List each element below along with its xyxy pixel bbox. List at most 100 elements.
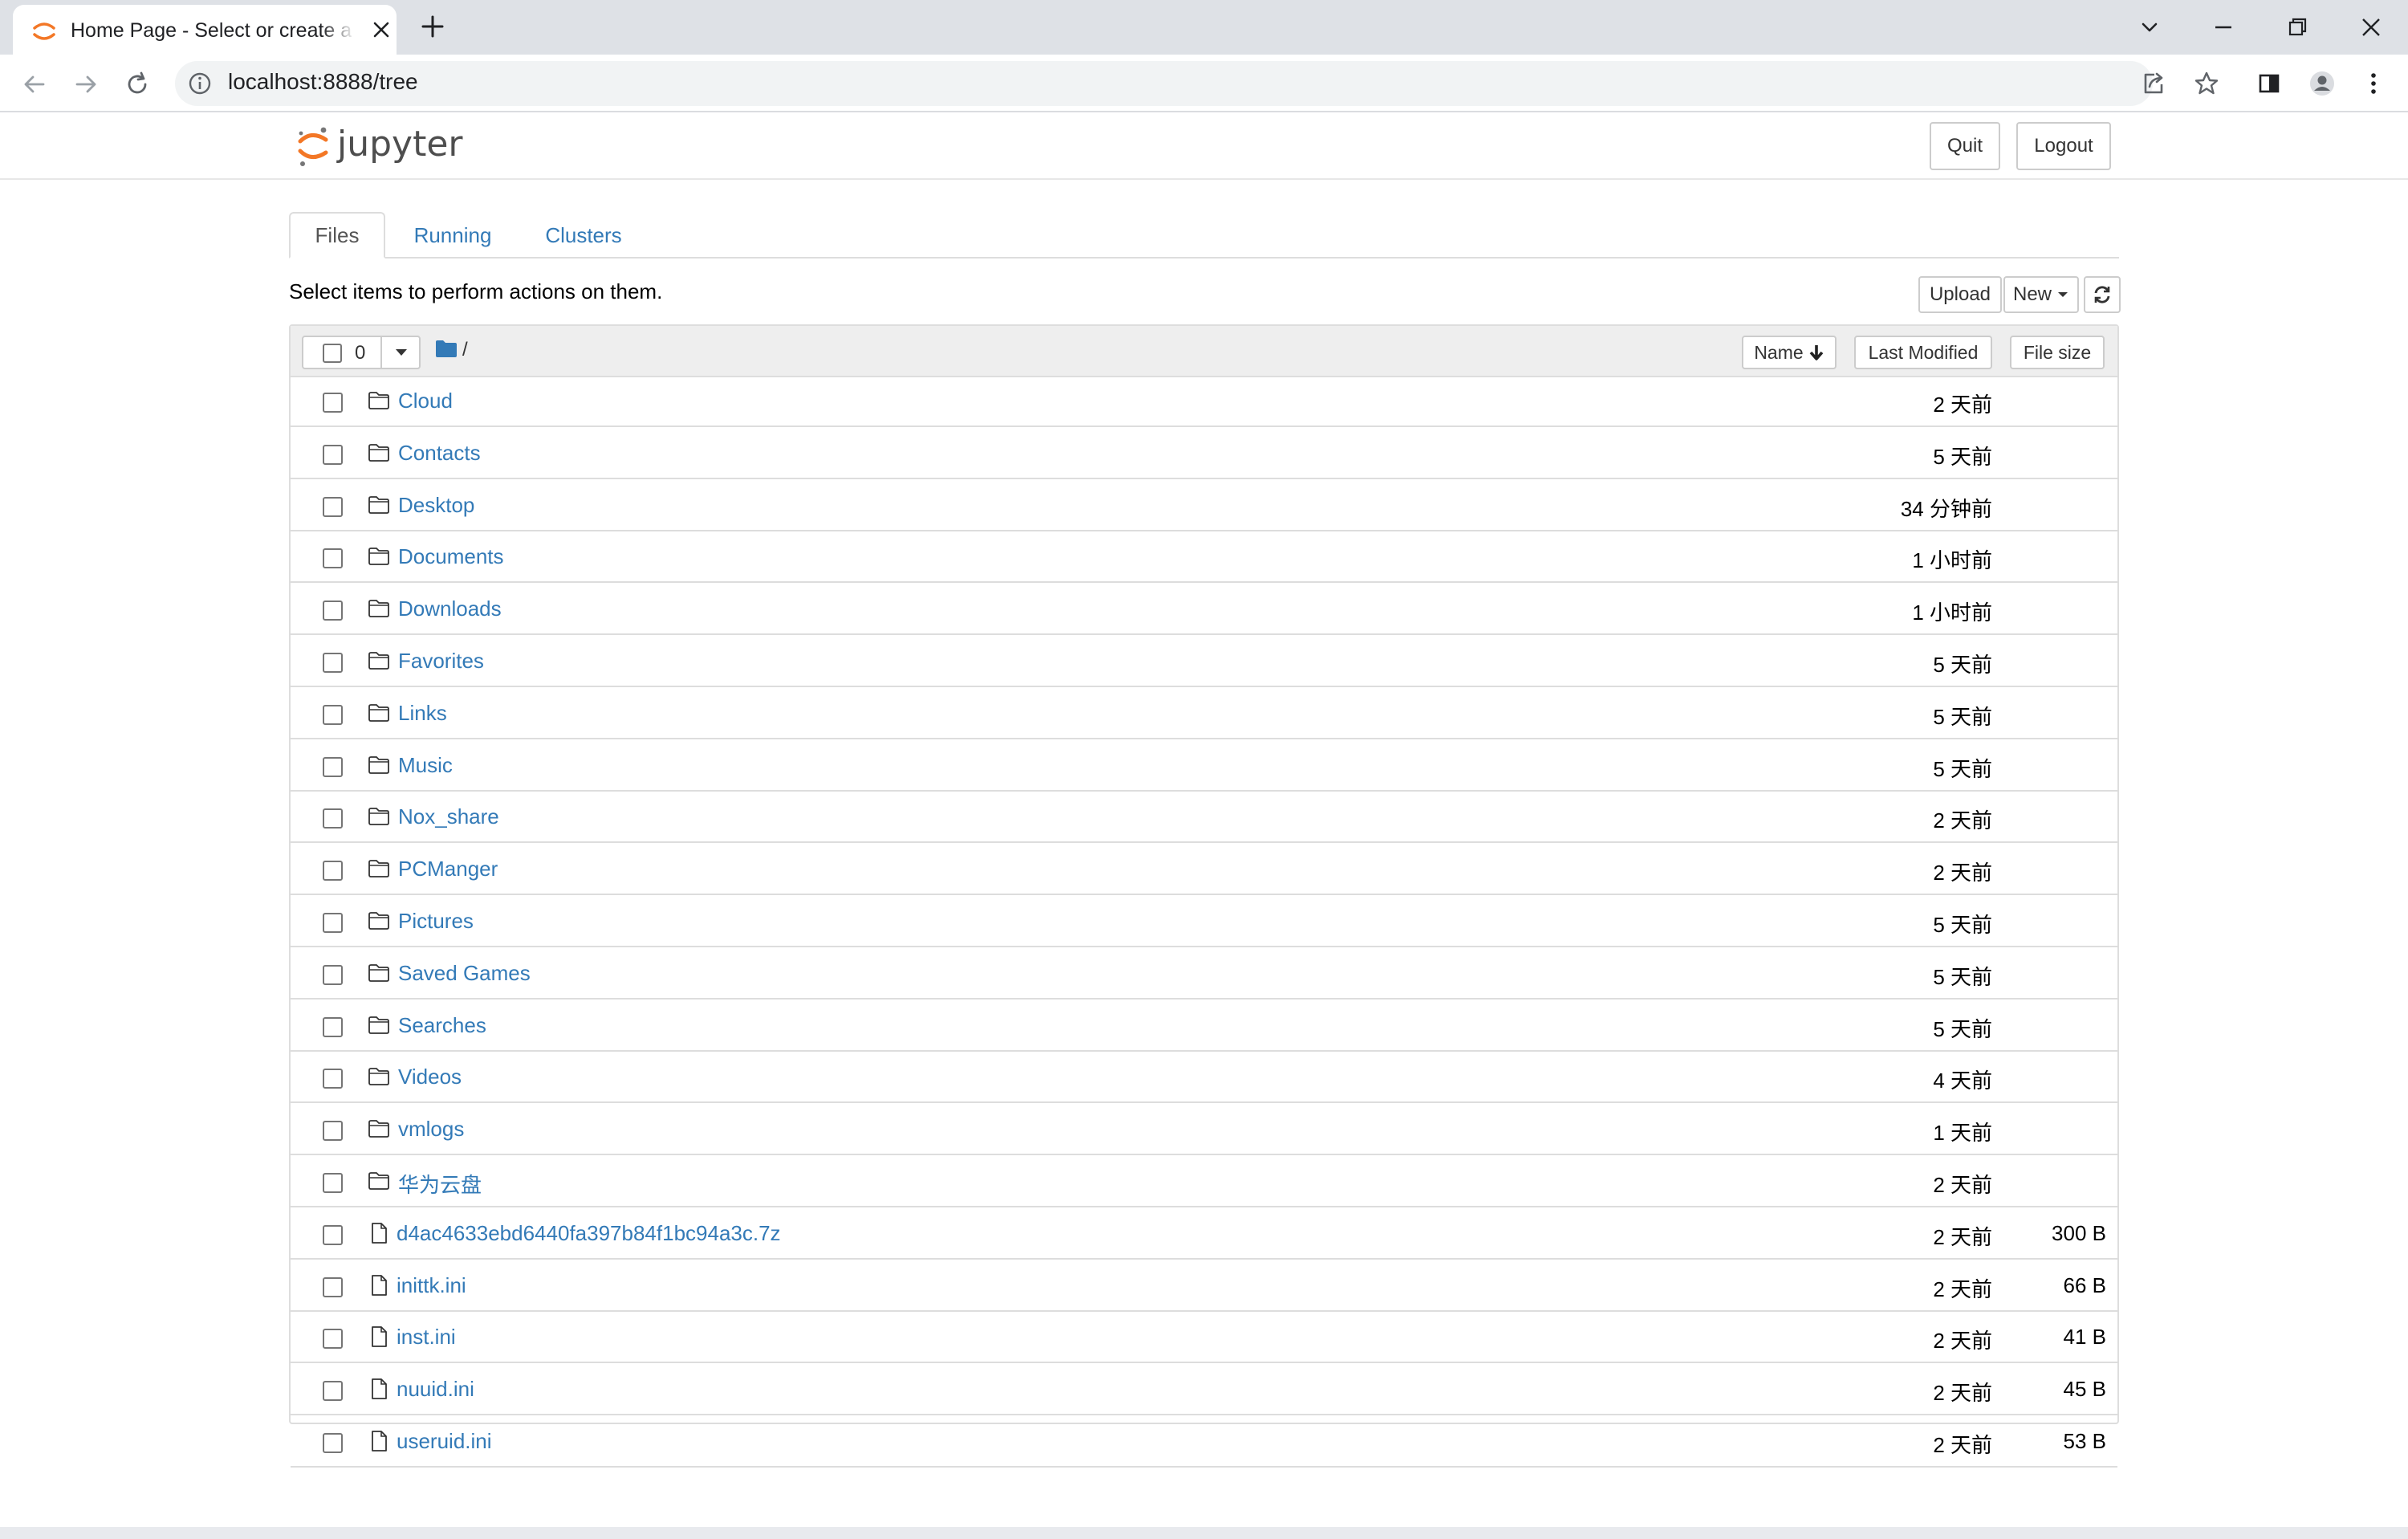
row-checkbox[interactable] xyxy=(323,1224,343,1245)
row-checkbox[interactable] xyxy=(323,496,343,517)
folder-row[interactable]: PCManger 2 天前 xyxy=(291,845,2117,896)
share-icon[interactable] xyxy=(2138,68,2169,99)
row-checkbox[interactable] xyxy=(323,1381,343,1402)
item-name-link[interactable]: PCManger xyxy=(398,857,498,881)
item-name-link[interactable]: Pictures xyxy=(398,909,474,934)
item-name-link[interactable]: Documents xyxy=(398,544,504,569)
item-name-link[interactable]: inittk.ini xyxy=(397,1273,466,1298)
row-checkbox[interactable] xyxy=(323,653,343,673)
folder-row[interactable]: Downloads 1 小时前 xyxy=(291,585,2117,636)
file-list-header xyxy=(291,326,2117,377)
tab-search-icon[interactable] xyxy=(2130,8,2169,47)
folder-icon[interactable] xyxy=(435,339,458,358)
item-name-link[interactable]: Searches xyxy=(398,1013,486,1038)
folder-row[interactable]: Saved Games 5 天前 xyxy=(291,950,2117,1000)
breadcrumb-root[interactable]: / xyxy=(462,339,468,361)
row-checkbox[interactable] xyxy=(323,1433,343,1453)
url-text[interactable]: localhost:8888/tree xyxy=(228,69,418,95)
row-checkbox[interactable] xyxy=(323,861,343,881)
item-name-link[interactable]: Nox_share xyxy=(398,804,499,829)
jupyter-logo[interactable]: jupyter xyxy=(294,119,470,172)
file-row[interactable]: inittk.ini 2 天前 66 B xyxy=(291,1262,2117,1312)
folder-row[interactable]: 华为云盘 2 天前 xyxy=(291,1158,2117,1207)
item-name-link[interactable]: Cloud xyxy=(398,389,453,413)
item-name-link[interactable]: Music xyxy=(398,753,453,778)
row-checkbox[interactable] xyxy=(323,444,343,465)
close-tab-icon[interactable] xyxy=(371,19,392,40)
file-icon xyxy=(368,1430,390,1452)
row-checkbox[interactable] xyxy=(323,964,343,985)
folder-row[interactable]: Desktop 34 分钟前 xyxy=(291,482,2117,531)
new-tab-icon[interactable] xyxy=(419,13,446,40)
row-checkbox[interactable] xyxy=(323,548,343,569)
row-checkbox[interactable] xyxy=(323,756,343,777)
folder-row[interactable]: Videos 4 天前 xyxy=(291,1053,2117,1104)
file-row[interactable]: useruid.ini 2 天前 53 B xyxy=(291,1418,2117,1468)
sort-by-name-button[interactable]: Name xyxy=(1742,336,1837,369)
back-icon[interactable] xyxy=(19,69,50,100)
folder-row[interactable]: Nox_share 2 天前 xyxy=(291,793,2117,844)
item-name-link[interactable]: Contacts xyxy=(398,441,481,466)
browser-menu-icon[interactable] xyxy=(2358,68,2389,99)
folder-row[interactable]: Favorites 5 天前 xyxy=(291,637,2117,687)
item-name-link[interactable]: inst.ini xyxy=(397,1325,456,1350)
row-checkbox[interactable] xyxy=(323,1329,343,1350)
row-checkbox[interactable] xyxy=(323,704,343,725)
row-checkbox[interactable] xyxy=(323,1121,343,1142)
address-bar[interactable] xyxy=(175,61,2153,106)
item-name-link[interactable]: Favorites xyxy=(398,649,484,674)
folder-row[interactable]: vmlogs 1 天前 xyxy=(291,1105,2117,1156)
row-checkbox[interactable] xyxy=(323,1276,343,1297)
profile-avatar-icon[interactable] xyxy=(2307,68,2337,99)
tab-clusters[interactable]: Clusters xyxy=(530,212,637,259)
folder-row[interactable]: Cloud 2 天前 xyxy=(291,377,2117,427)
item-name-link[interactable]: vmlogs xyxy=(398,1117,464,1142)
bookmark-star-icon[interactable] xyxy=(2191,68,2222,99)
sort-by-modified-button[interactable]: Last Modified xyxy=(1854,336,1992,369)
folder-row[interactable]: Searches 5 天前 xyxy=(291,1002,2117,1052)
item-name-link[interactable]: useruid.ini xyxy=(397,1429,492,1454)
row-checkbox[interactable] xyxy=(323,1016,343,1037)
minimize-icon[interactable] xyxy=(2204,8,2243,47)
quit-button[interactable]: Quit xyxy=(1930,122,2000,170)
item-name-link[interactable]: Links xyxy=(398,701,447,726)
folder-row[interactable]: Contacts 5 天前 xyxy=(291,430,2117,479)
side-panel-icon[interactable] xyxy=(2254,68,2284,99)
row-checkbox[interactable] xyxy=(323,1069,343,1089)
tab-running[interactable]: Running xyxy=(398,212,507,259)
reload-icon[interactable] xyxy=(122,69,153,100)
new-dropdown-button[interactable]: New xyxy=(2003,276,2079,313)
item-name-link[interactable]: 华为云盘 xyxy=(398,1169,482,1199)
close-window-icon[interactable] xyxy=(2352,8,2390,47)
row-checkbox[interactable] xyxy=(323,808,343,829)
last-modified: 2 天前 xyxy=(1933,1276,1992,1301)
logout-button[interactable]: Logout xyxy=(2016,122,2111,170)
item-name-link[interactable]: nuuid.ini xyxy=(397,1377,474,1402)
select-menu-caret-icon[interactable] xyxy=(393,347,409,358)
folder-row[interactable]: Pictures 5 天前 xyxy=(291,898,2117,947)
forward-icon[interactable] xyxy=(71,69,101,100)
file-row[interactable]: nuuid.ini 2 天前 45 B xyxy=(291,1366,2117,1416)
item-name-link[interactable]: d4ac4633ebd6440fa397b84f1bc94a3c.7z xyxy=(397,1221,781,1246)
row-checkbox[interactable] xyxy=(323,913,343,933)
file-row[interactable]: d4ac4633ebd6440fa397b84f1bc94a3c.7z 2 天前 3… xyxy=(291,1210,2117,1260)
row-checkbox[interactable] xyxy=(323,1173,343,1193)
select-all-checkbox[interactable] xyxy=(323,344,342,363)
refresh-button[interactable] xyxy=(2084,276,2121,313)
sort-by-size-button[interactable]: File size xyxy=(2010,336,2105,369)
item-name-link[interactable]: Saved Games xyxy=(398,961,531,986)
item-name-link[interactable]: Desktop xyxy=(398,493,474,518)
tab-files[interactable]: Files xyxy=(289,212,385,259)
restore-icon[interactable] xyxy=(2278,8,2316,47)
row-checkbox[interactable] xyxy=(323,601,343,621)
browser-tab[interactable]: Home Page - Select or create a notebook xyxy=(13,5,397,55)
folder-row[interactable]: Music 5 天前 xyxy=(291,742,2117,792)
folder-row[interactable]: Links 5 天前 xyxy=(291,690,2117,739)
folder-row[interactable]: Documents 1 小时前 xyxy=(291,533,2117,584)
site-info-icon[interactable] xyxy=(186,70,214,97)
row-checkbox[interactable] xyxy=(323,393,343,413)
file-row[interactable]: inst.ini 2 天前 41 B xyxy=(291,1313,2117,1364)
item-name-link[interactable]: Downloads xyxy=(398,596,502,621)
upload-button[interactable]: Upload xyxy=(1918,276,2002,313)
item-name-link[interactable]: Videos xyxy=(398,1065,462,1089)
